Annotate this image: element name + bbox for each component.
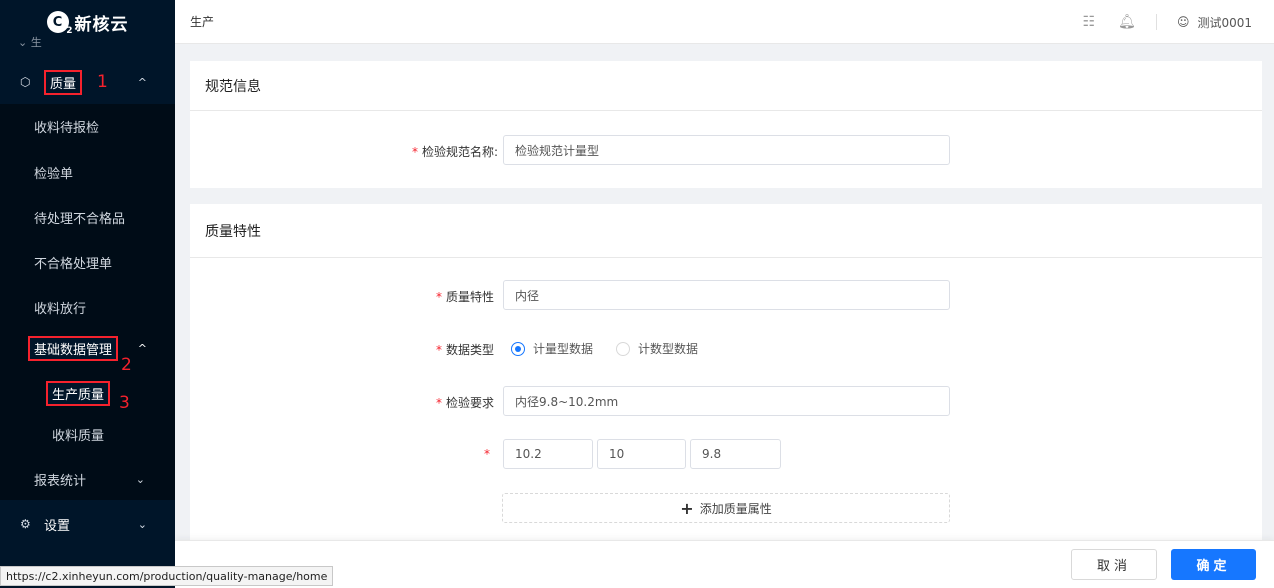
quality-feature-card: 质量特性 [190, 204, 1262, 540]
limits-required-marker: * [484, 447, 490, 461]
sidebar-item-quality[interactable]: ⬡ 质量 1 ^ [0, 60, 175, 104]
sidebar-item-production-quality[interactable]: 生产质量 3 [0, 371, 175, 416]
spec-name-input[interactable]: 检验规范计量型 [503, 135, 950, 165]
sidebar-item-label: 基础数据管理 [28, 336, 119, 361]
sidebar: C2 新核云 ⌄ 生 ⬡ 质量 1 ^ 收料待报检 检验单 待处理不合格品 不合… [0, 0, 175, 588]
chevron-down-icon: ⌄ [137, 517, 147, 531]
gear-icon: ⚙ [20, 517, 31, 531]
confirm-button[interactable]: 确定 [1171, 549, 1256, 580]
chevron-up-icon: ^ [137, 75, 147, 89]
user-menu[interactable]: ☺ 测试0001 [1177, 14, 1252, 31]
qrcode-icon[interactable]: ☷ [1080, 14, 1098, 30]
header-actions: ☷ 🔔︎ ☺ 测试0001 [1080, 0, 1252, 44]
spec-info-card: 规范信息 [190, 61, 1262, 188]
sidebar-partial-item: ⌄ 生 [18, 36, 42, 49]
radio-counted[interactable]: 计数型数据 [616, 340, 698, 357]
data-type-label: * 数据类型 [435, 343, 494, 357]
divider [1155, 14, 1157, 30]
logo-mark-icon: C2 [46, 11, 73, 36]
spec-name-label: * 检验规范名称: [411, 145, 498, 159]
username: 测试0001 [1197, 15, 1252, 30]
chevron-up-icon: ^ [137, 342, 147, 355]
feature-input[interactable]: 内径 [503, 280, 950, 310]
sidebar-item-receiving-release[interactable]: 收料放行 [0, 285, 175, 330]
target-value-input[interactable]: 10 [597, 439, 686, 469]
add-quality-attribute-button[interactable]: + 添加质量属性 [502, 493, 950, 523]
requirement-input[interactable]: 内径9.8~10.2mm [503, 386, 950, 416]
browser-status-url: https://c2.xinheyun.com/production/quali… [0, 566, 334, 586]
sidebar-item-receiving-inspection[interactable]: 收料待报检 [0, 104, 175, 149]
chevron-down-icon: ⌄ [135, 473, 145, 486]
feature-label: * 质量特性 [435, 290, 494, 304]
annotation-marker: 1 [97, 72, 108, 92]
sidebar-item-inspection-order[interactable]: 检验单 [0, 150, 175, 195]
sidebar-item-receiving-quality[interactable]: 收料质量 [0, 412, 175, 457]
breadcrumb[interactable]: 生产 [190, 13, 214, 30]
sidebar-item-settings[interactable]: ⚙ 设置 ⌄ [0, 502, 175, 546]
annotation-marker: 3 [119, 393, 130, 413]
shield-icon: ⬡ [20, 75, 31, 89]
card-title: 质量特性 [190, 204, 1262, 258]
sidebar-item-pending-nonconforming[interactable]: 待处理不合格品 [0, 195, 175, 240]
sidebar-item-nonconforming-order[interactable]: 不合格处理单 [0, 240, 175, 285]
cancel-button[interactable]: 取消 [1071, 549, 1157, 580]
footer-bar: 取消 确定 [175, 540, 1274, 588]
radio-unchecked-icon [616, 341, 630, 356]
lower-limit-input[interactable]: 9.8 [690, 439, 781, 469]
plus-icon: + [680, 498, 694, 518]
user-icon: ☺ [1176, 15, 1190, 29]
sidebar-item-reports[interactable]: 报表统计 ⌄ [0, 457, 175, 502]
top-header: 生产 ☷ 🔔︎ ☺ 测试0001 [175, 0, 1274, 44]
sidebar-item-label: 设置 [44, 518, 71, 534]
sidebar-item-label: 质量 [44, 69, 83, 95]
sidebar-item-basic-data[interactable]: 基础数据管理 2 ^ [0, 326, 175, 375]
requirement-label: * 检验要求 [435, 396, 494, 410]
bell-icon[interactable]: 🔔︎ [1118, 14, 1136, 30]
upper-limit-input[interactable]: 10.2 [503, 439, 593, 469]
radio-metered[interactable]: 计量型数据 [511, 340, 593, 357]
logo-text: 新核云 [74, 14, 129, 35]
sidebar-submenu: 收料待报检 检验单 待处理不合格品 不合格处理单 收料放行 基础数据管理 2 ^… [0, 104, 175, 500]
radio-checked-icon [511, 341, 525, 356]
card-title: 规范信息 [190, 61, 1262, 111]
sidebar-item-label: 生产质量 [46, 381, 111, 406]
